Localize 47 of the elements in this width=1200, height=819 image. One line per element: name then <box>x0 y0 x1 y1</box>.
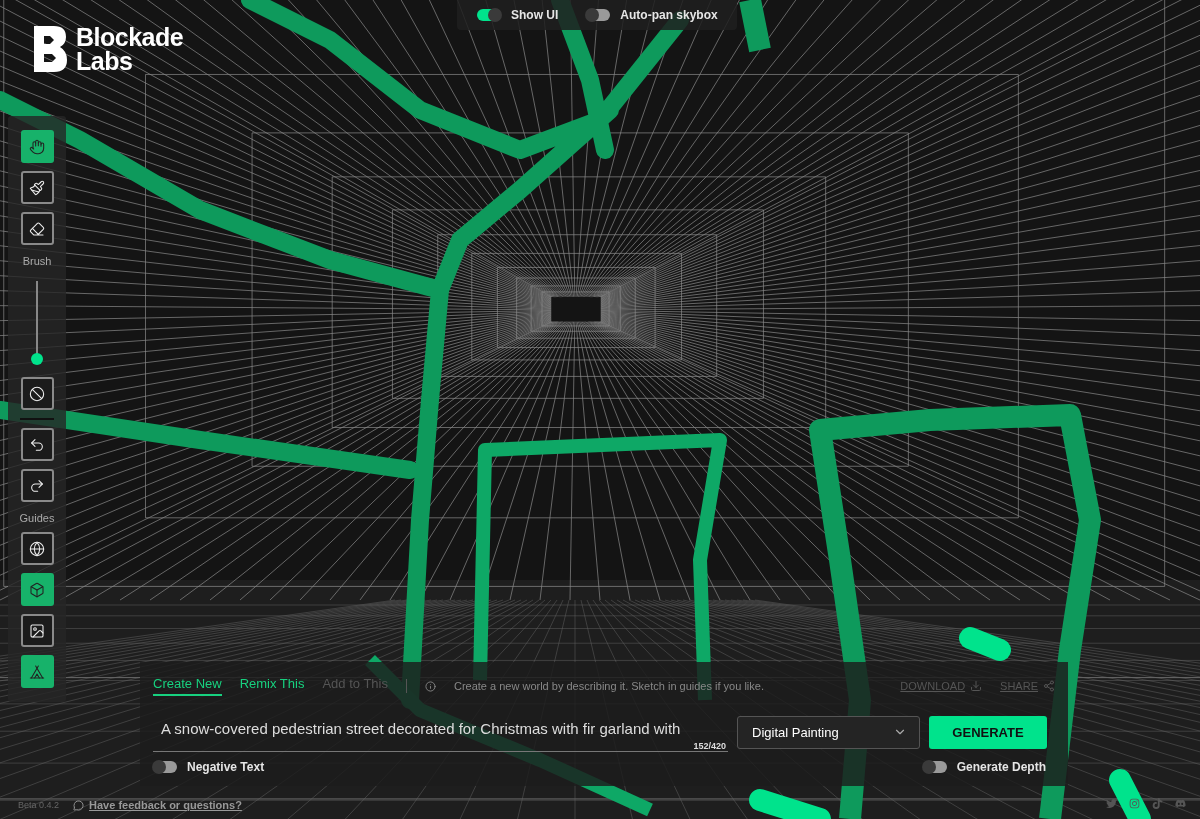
undo-icon <box>29 436 45 453</box>
toggle-switch[interactable] <box>153 761 177 773</box>
slash-circle-icon <box>29 385 45 402</box>
info-icon <box>424 680 436 692</box>
logo-text: Labs <box>76 49 134 73</box>
toggle-label: Auto-pan skybox <box>620 8 718 22</box>
toggle-switch[interactable] <box>922 761 947 773</box>
toggle-label: Generate Depth <box>956 760 1046 774</box>
logo-text: Blockade <box>76 25 184 49</box>
download-icon <box>970 680 983 692</box>
generate-button[interactable]: GENERATE <box>929 715 1047 749</box>
tool-button[interactable] <box>20 469 54 502</box>
version-text: Beta 0.4.2 <box>18 800 60 810</box>
style-dropdown[interactable]: Digital Painting <box>737 715 920 749</box>
mode-tab[interactable]: Remix This <box>239 676 305 696</box>
toggle-switch[interactable] <box>477 9 501 21</box>
toggle-label: Show UI <box>511 8 559 22</box>
tent-icon <box>29 663 45 680</box>
globe-icon <box>29 540 45 557</box>
character-counter: 152/420 <box>693 741 726 751</box>
toggle-switch[interactable] <box>586 9 611 21</box>
camera-icon[interactable] <box>1129 798 1140 809</box>
feedback-link[interactable]: Have feedback or questions? <box>73 799 242 811</box>
brush-icon <box>29 179 45 196</box>
tool-button[interactable] <box>20 655 54 688</box>
cube-icon <box>29 581 45 598</box>
share-icon <box>1043 680 1055 692</box>
tool-button[interactable] <box>20 130 54 163</box>
tool-button[interactable] <box>20 614 54 647</box>
hint-text: Create a new world by describing it. Sketch in guides if you like. <box>453 680 764 692</box>
tool-button[interactable] <box>20 171 54 204</box>
section-label: Guides <box>19 512 55 524</box>
logo-icon <box>32 24 68 74</box>
eraser-icon <box>29 220 45 237</box>
hand-icon <box>29 138 45 155</box>
section-label: Brush <box>22 255 52 267</box>
tool-button[interactable] <box>20 532 54 565</box>
tool-button[interactable] <box>20 573 54 606</box>
toggle-label: Negative Text <box>187 760 265 774</box>
redo-icon <box>29 477 45 494</box>
slider-thumb[interactable] <box>31 352 43 365</box>
mode-tab[interactable]: Create New <box>153 676 222 696</box>
tool-button[interactable] <box>20 212 54 245</box>
image-icon <box>29 622 45 639</box>
tool-button[interactable] <box>20 428 54 461</box>
chat-bubble-icon <box>73 799 85 811</box>
tool-button[interactable] <box>20 377 54 410</box>
